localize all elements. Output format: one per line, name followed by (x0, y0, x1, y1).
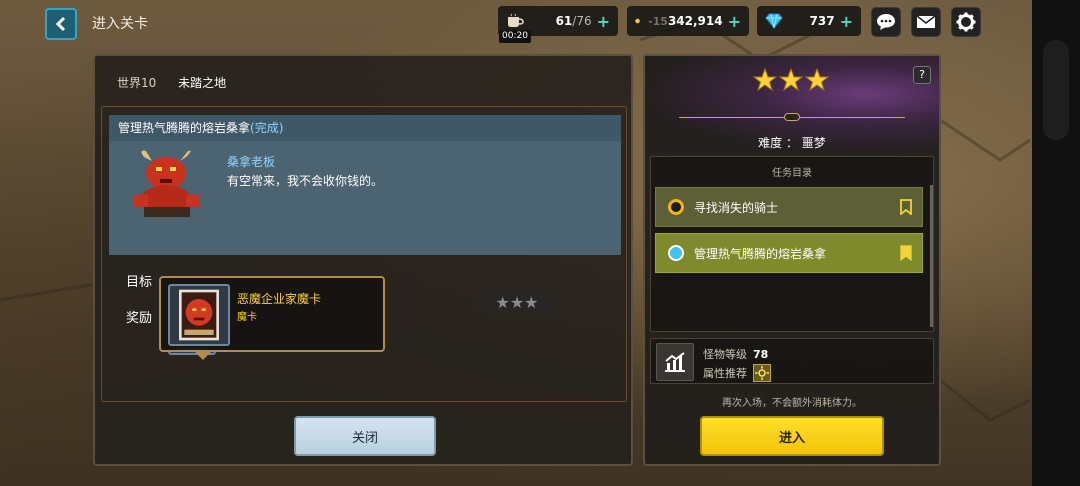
level-chart-icon (656, 343, 694, 381)
page-title: 进入关卡 (92, 16, 148, 32)
stamina-current: 61 (555, 14, 573, 28)
gem-amount: 737 (809, 14, 835, 28)
difficulty-label: 难度 ： 噩梦 (758, 136, 826, 150)
camera-notch (1043, 40, 1069, 140)
quest-title: 管理热气腾腾的熔岩桑拿 (118, 121, 251, 135)
npc-dialogue: 有空常来，我不会收你钱的。 (227, 174, 384, 188)
bookmark-outline-icon[interactable] (900, 199, 912, 215)
attribute-row: 属性推荐 (703, 364, 771, 382)
mission-list: 任务目录 寻找消失的骑士 管理热气腾腾的熔岩桑拿 (650, 156, 934, 332)
close-button[interactable]: 关闭 (294, 416, 436, 456)
in-progress-marker-icon (668, 199, 684, 215)
monster-level-value: 78 (753, 348, 769, 361)
ornament-knot (784, 113, 800, 121)
tooltip-arrow (194, 351, 212, 360)
quest-dialogue: 桑拿老板 有空常来，我不会收你钱的。 (109, 141, 621, 255)
star-icon (779, 68, 803, 92)
gear-icon (956, 12, 976, 32)
gold-amount: 342,914 (667, 14, 723, 28)
quest-header: 管理热气腾腾的熔岩桑拿(完成) (109, 115, 621, 141)
mission-label: 管理热气腾腾的熔岩桑拿 (694, 246, 827, 261)
tooltip-card-name: 恶魔企业家魔卡 (237, 292, 322, 306)
breadcrumb: 世界10 未踏之地 (117, 74, 226, 91)
map-level-hint: -15 (648, 14, 668, 28)
mail-button[interactable] (911, 7, 941, 37)
help-button[interactable]: ? (913, 66, 931, 84)
attribute-label: 属性推荐 (703, 367, 747, 380)
demon-card-icon (179, 289, 219, 341)
tooltip-card-type: 魔卡 (237, 312, 257, 323)
gold-coin-icon (635, 18, 640, 24)
stage-stars (753, 68, 829, 92)
stamina-timer: 00:20 (499, 30, 531, 43)
settings-button[interactable] (951, 7, 981, 37)
stage-banner: ? 难度 ： 噩梦 (645, 56, 939, 152)
quest-detail-panel: 世界10 未踏之地 ★★★ 2 管理热气腾腾的熔岩桑拿(完成) 桑拿老板 有空常… (93, 54, 633, 466)
stage-info: 怪物等级 78 属性推荐 (650, 338, 934, 384)
back-button[interactable] (45, 8, 77, 40)
selected-marker-icon (668, 245, 684, 261)
mission-item[interactable]: 寻找消失的骑士 (655, 187, 923, 227)
chat-button[interactable] (871, 7, 901, 37)
diamond-icon (765, 13, 783, 29)
chat-bubble-icon (877, 14, 895, 30)
enter-button[interactable]: 进入 (700, 416, 884, 456)
mission-scrollbar[interactable] (930, 185, 933, 327)
gem-plus-icon[interactable]: + (840, 12, 853, 31)
card-tooltip: 恶魔企业家魔卡 魔卡 (159, 276, 385, 352)
stamina-max: /76 (572, 14, 592, 28)
device-edge (1032, 0, 1080, 486)
reward-label: 奖励 (126, 311, 153, 326)
world-name: 世界10 (117, 76, 157, 90)
chevron-left-icon (55, 16, 66, 32)
monster-level-label: 怪物等级 (703, 348, 747, 361)
mission-item-selected[interactable]: 管理热气腾腾的熔岩桑拿 (655, 233, 923, 273)
star-icon (805, 68, 829, 92)
mission-label: 寻找消失的骑士 (694, 200, 779, 215)
quest-box: 管理热气腾腾的熔岩桑拿(完成) 桑拿老板 有空常来，我不会收你钱的。 目标 奖励 (101, 106, 627, 402)
goal-label: 目标 (126, 275, 153, 290)
tooltip-card-image (168, 284, 230, 346)
stage-entry-panel: ? 难度 ： 噩梦 任务目录 寻找消失的骑士 管理热气腾腾的熔岩桑拿 怪物等级 … (643, 54, 941, 466)
gem-counter[interactable]: 737 + (757, 6, 861, 36)
monster-level-row: 怪物等级 78 (703, 346, 768, 362)
npc-name: 桑拿老板 (227, 155, 276, 169)
mail-icon (916, 15, 936, 28)
coffee-cup-icon (508, 13, 524, 27)
gold-plus-icon[interactable]: + (728, 12, 741, 31)
sauna-boss-portrait (134, 150, 200, 217)
stage-name: 未踏之地 (178, 76, 227, 90)
reenter-note: 再次入场，不会额外消耗体力。 (722, 398, 862, 409)
sun-attribute-icon[interactable] (753, 364, 771, 382)
bookmark-filled-icon[interactable] (900, 245, 912, 261)
mission-list-title: 任务目录 (772, 168, 812, 179)
star-icon (753, 68, 777, 92)
stamina-plus-icon[interactable]: + (597, 12, 610, 31)
quest-status: (完成) (250, 121, 284, 135)
gold-counter[interactable]: -15 342,914 + (627, 6, 749, 36)
